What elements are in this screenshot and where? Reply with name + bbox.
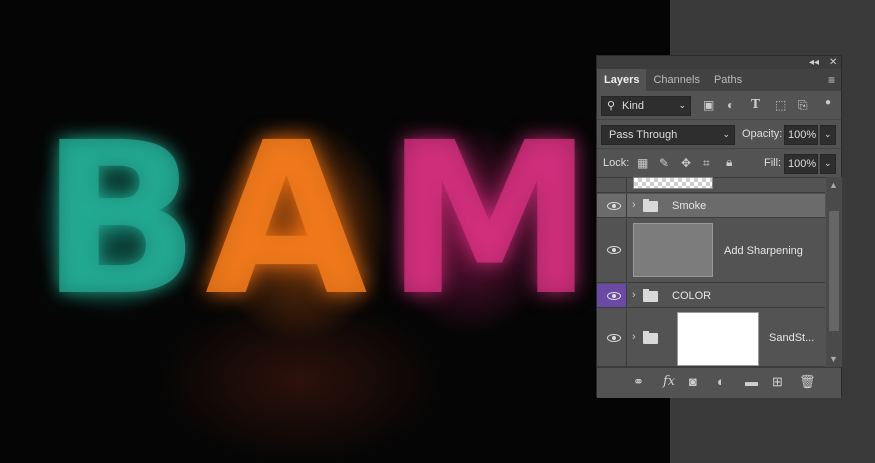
layer-visibility-toggle[interactable] <box>597 309 627 366</box>
collapse-panel-icon[interactable]: ◂◂ <box>809 56 819 69</box>
layer-thumbnail <box>633 223 713 277</box>
blend-mode-select[interactable]: Pass Through ⌄ <box>601 125 735 145</box>
eye-icon <box>607 246 621 256</box>
chevron-down-icon: ⌄ <box>824 129 832 139</box>
type-filter-icon[interactable]: T <box>751 97 760 111</box>
adjustment-layer-icon[interactable]: ◐ <box>717 374 725 390</box>
layer-mask-thumbnail[interactable] <box>677 312 759 366</box>
layers-list: › Smoke Add Sharpening › COLOR › SandSt.… <box>597 177 825 367</box>
panel-tabs: Layers Channels Paths ≡ <box>597 69 841 91</box>
chevron-down-icon: ⌄ <box>824 158 832 168</box>
filter-toggle-icon[interactable]: ● <box>825 96 831 110</box>
layer-row-color[interactable]: › COLOR <box>597 284 825 308</box>
layer-visibility-toggle[interactable] <box>597 284 627 307</box>
tab-layers[interactable]: Layers <box>597 69 647 91</box>
opacity-dropdown[interactable]: ⌄ <box>820 125 836 145</box>
document-canvas[interactable]: B A M <box>0 0 670 463</box>
image-filter-icon[interactable]: ▣ <box>703 98 714 112</box>
chevron-right-icon[interactable]: › <box>632 289 636 301</box>
layer-visibility-empty[interactable] <box>597 177 627 192</box>
artwork-letter-b: B <box>40 97 201 342</box>
layer-row-add-sharpening[interactable]: Add Sharpening <box>597 219 825 283</box>
eye-icon <box>607 202 621 212</box>
search-icon: ⚲ <box>607 100 616 112</box>
layer-name: SandSt... <box>769 332 815 344</box>
fill-dropdown[interactable]: ⌄ <box>820 154 836 174</box>
panel-titlebar[interactable]: ◂◂ ✕ <box>597 56 841 69</box>
opacity-value: 100% <box>788 129 817 141</box>
close-panel-icon[interactable]: ✕ <box>829 56 837 69</box>
layer-row-sandst[interactable]: › SandSt... <box>597 309 825 367</box>
folder-icon <box>643 289 658 302</box>
add-mask-icon[interactable]: ◙ <box>689 374 697 390</box>
chevron-down-icon: ⌄ <box>678 100 686 110</box>
filter-kind-label: Kind <box>622 100 645 112</box>
lock-position-icon[interactable]: ✥ <box>681 156 691 170</box>
panel-footer: ⚭ fx ◙ ◐ ▬ ⊞ 🗑︎ <box>597 367 841 398</box>
shape-filter-icon[interactable]: ⬚ <box>775 98 786 112</box>
lock-artboard-icon[interactable]: ⌗ <box>703 156 710 170</box>
eye-icon <box>607 292 621 302</box>
layer-visibility-toggle[interactable] <box>597 219 627 282</box>
fill-label: Fill: <box>764 157 782 169</box>
tab-channels[interactable]: Channels <box>646 69 706 91</box>
chevron-right-icon[interactable]: › <box>632 199 636 211</box>
layer-name: Add Sharpening <box>724 245 803 257</box>
scroll-up-icon[interactable]: ▲ <box>829 180 838 190</box>
lock-label: Lock: <box>603 157 630 169</box>
filter-kind-select[interactable]: ⚲ Kind ⌄ <box>601 96 691 116</box>
layer-visibility-toggle[interactable] <box>597 194 627 217</box>
blend-row: Pass Through ⌄ Opacity: 100% ⌄ <box>597 120 841 149</box>
chevron-down-icon: ⌄ <box>722 129 730 139</box>
layer-name: COLOR <box>672 290 712 302</box>
tab-paths[interactable]: Paths <box>707 69 749 91</box>
new-group-icon[interactable]: ▬ <box>745 374 758 390</box>
lock-image-pixels-icon[interactable]: ✎ <box>659 156 669 170</box>
layer-thumbnail <box>633 177 713 189</box>
delete-icon[interactable]: 🗑︎ <box>799 374 816 390</box>
layer-row-smoke[interactable]: › Smoke <box>597 194 825 218</box>
opacity-input[interactable]: 100% <box>784 125 818 145</box>
scroll-thumb[interactable] <box>829 211 839 331</box>
fill-value: 100% <box>788 158 817 170</box>
eye-icon <box>607 334 621 344</box>
scroll-down-icon[interactable]: ▼ <box>829 354 838 364</box>
chevron-right-icon[interactable]: › <box>632 331 636 343</box>
fx-icon[interactable]: fx <box>663 374 675 390</box>
lock-all-icon[interactable]: 🔒︎ <box>726 155 732 169</box>
adjustment-filter-icon[interactable]: ◐ <box>727 98 734 112</box>
blend-mode-label: Pass Through <box>609 129 678 141</box>
folder-icon <box>643 331 658 344</box>
artwork-letter-m: M <box>385 97 594 342</box>
lock-row: Lock: ▦ ✎ ✥ ⌗ 🔒︎ Fill: 100% ⌄ <box>597 149 841 178</box>
layer-row-partial[interactable] <box>597 177 825 193</box>
fill-input[interactable]: 100% <box>784 154 818 174</box>
layer-name: Smoke <box>672 200 707 212</box>
folder-icon <box>643 199 658 212</box>
hamburger-menu-icon[interactable]: ≡ <box>828 73 835 87</box>
link-layers-icon[interactable]: ⚭ <box>633 374 644 390</box>
layers-scrollbar[interactable]: ▲ ▼ <box>826 177 842 367</box>
smart-object-filter-icon[interactable]: ⎘ <box>798 98 808 112</box>
layers-panel: ◂◂ ✕ Layers Channels Paths ≡ ⚲ Kind ⌄ ▣ … <box>596 55 842 398</box>
lock-transparent-pixels-icon[interactable]: ▦ <box>637 156 648 170</box>
opacity-label: Opacity: <box>742 128 783 140</box>
artwork-letter-a: A <box>205 97 368 342</box>
new-layer-icon[interactable]: ⊞ <box>772 374 783 390</box>
filter-row: ⚲ Kind ⌄ ▣ ◐ T ⬚ ⎘ ● <box>597 91 841 120</box>
